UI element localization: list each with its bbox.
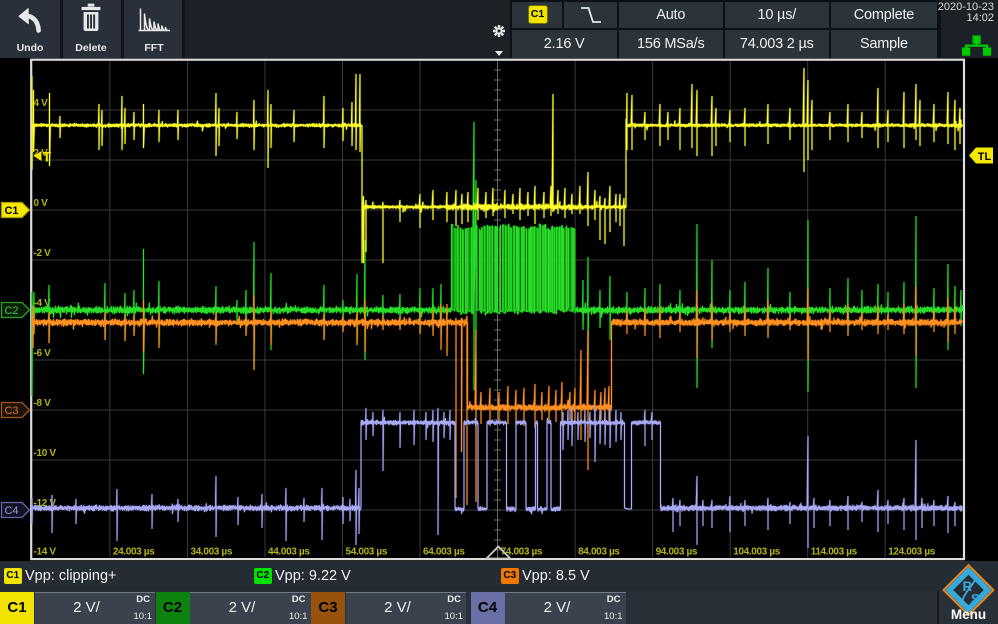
svg-text:124.003 µs: 124.003 µs [888, 547, 936, 558]
svg-text:-6 V: -6 V [34, 348, 52, 359]
svg-text:TL: TL [978, 151, 992, 163]
svg-text:T: T [43, 149, 52, 165]
svg-text:4 V: 4 V [34, 98, 49, 109]
svg-text:114.003 µs: 114.003 µs [811, 547, 858, 558]
svg-text:0 V: 0 V [34, 198, 49, 209]
svg-text:C2: C2 [4, 305, 18, 317]
svg-text:C1: C1 [4, 205, 18, 217]
svg-text:S: S [971, 592, 980, 607]
svg-text:-10 V: -10 V [34, 448, 57, 459]
svg-text:94.003 µs: 94.003 µs [656, 547, 698, 558]
svg-text:-2 V: -2 V [34, 248, 52, 259]
svg-text:64.003 µs: 64.003 µs [423, 547, 465, 558]
svg-text:C3: C3 [4, 405, 18, 417]
svg-text:84.003 µs: 84.003 µs [578, 547, 620, 558]
svg-text:34.003 µs: 34.003 µs [191, 547, 233, 558]
svg-text:-14 V: -14 V [34, 547, 57, 558]
svg-text:24.003 µs: 24.003 µs [113, 547, 155, 558]
svg-text:54.003 µs: 54.003 µs [346, 547, 388, 558]
svg-text:-8 V: -8 V [34, 398, 52, 409]
svg-text:104.003 µs: 104.003 µs [733, 547, 781, 558]
svg-text:C4: C4 [4, 505, 18, 517]
svg-text:44.003 µs: 44.003 µs [268, 547, 310, 558]
